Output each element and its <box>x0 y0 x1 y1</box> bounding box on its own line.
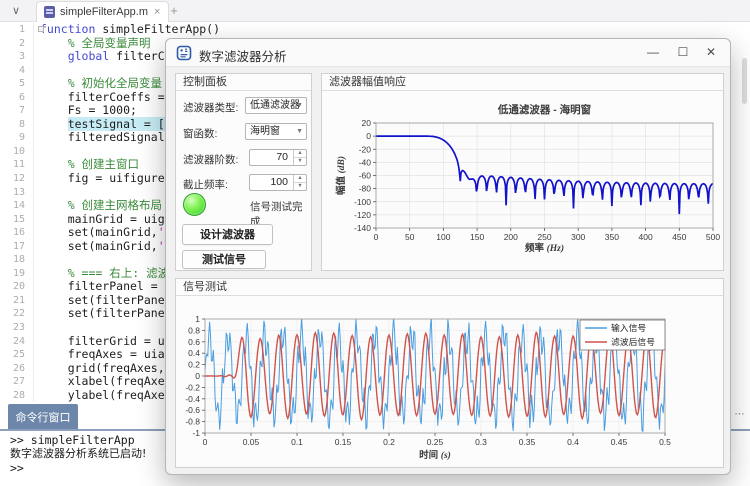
y-axis-label: 幅值 (dB) <box>335 156 347 195</box>
svg-text:150: 150 <box>470 232 484 242</box>
svg-text:0.8: 0.8 <box>188 325 200 335</box>
svg-text:300: 300 <box>571 232 585 242</box>
svg-text:0: 0 <box>203 437 208 447</box>
minimize-button[interactable]: — <box>638 39 668 66</box>
svg-text:350: 350 <box>605 232 619 242</box>
svg-text:-120: -120 <box>354 210 371 220</box>
close-tab-icon[interactable]: × <box>153 6 161 18</box>
control-panel: 控制面板 滤波器类型: 低通滤波器 ▼ 窗函数: 海明窗 ▼ 滤波器阶数: 70… <box>175 73 312 271</box>
svg-text:-20: -20 <box>359 144 372 154</box>
file-icon <box>44 6 55 18</box>
close-button[interactable]: ✕ <box>696 39 726 66</box>
tab-title: simpleFilterApp.m <box>60 6 148 18</box>
legend-label: 输入信号 <box>611 322 646 333</box>
svg-text:20: 20 <box>362 118 372 128</box>
design-filter-button[interactable]: 设计滤波器 <box>182 224 273 245</box>
dialog-title: 数字滤波器分析 <box>199 46 287 65</box>
svg-text:450: 450 <box>672 232 686 242</box>
maximize-button[interactable]: ☐ <box>668 39 698 66</box>
svg-text:100: 100 <box>436 232 450 242</box>
svg-text:-0.6: -0.6 <box>185 405 200 415</box>
svg-text:0.5: 0.5 <box>659 437 671 447</box>
new-tab-button[interactable]: + <box>165 2 183 20</box>
window-fn-label: 窗函数: <box>183 126 217 141</box>
svg-text:-140: -140 <box>354 223 371 233</box>
dialog-titlebar[interactable]: 数字滤波器分析 — ☐ ✕ <box>166 39 730 67</box>
svg-text:-1: -1 <box>192 428 200 438</box>
legend-label: 滤波后信号 <box>611 336 655 347</box>
svg-text:0: 0 <box>195 371 200 381</box>
svg-text:-40: -40 <box>359 157 372 167</box>
svg-text:0: 0 <box>374 232 379 242</box>
svg-text:0.2: 0.2 <box>188 360 200 370</box>
signal-panel-title: 信号测试 <box>176 279 723 296</box>
svg-text:0.4: 0.4 <box>567 437 579 447</box>
test-signal-button[interactable]: 测试信号 <box>182 250 266 269</box>
cutoff-value: 100 <box>250 175 291 190</box>
svg-text:250: 250 <box>537 232 551 242</box>
svg-text:0.05: 0.05 <box>243 437 260 447</box>
svg-text:-80: -80 <box>359 184 372 194</box>
chevron-down-icon[interactable]: ∨ <box>8 3 24 19</box>
chart-title: 低通滤波器 - 海明窗 <box>497 103 592 116</box>
signal-test-chart: 0 0.05 0.1 0.15 0.2 0.25 0.3 0.35 0.4 0.45 0.5 10.8… <box>176 296 723 467</box>
svg-text:500: 500 <box>706 232 720 242</box>
chevron-down-icon: ▼ <box>296 124 303 139</box>
svg-text:0.25: 0.25 <box>427 437 444 447</box>
order-value: 70 <box>250 150 291 165</box>
freq-panel-title: 滤波器幅值响应 <box>322 74 723 91</box>
cutoff-spinner[interactable]: 100 ▲▼ <box>249 174 307 191</box>
x-axis-label: 频率 (Hz) <box>525 242 564 254</box>
svg-text:200: 200 <box>504 232 518 242</box>
filter-type-dropdown[interactable]: 低通滤波器 ▼ <box>245 97 307 114</box>
legend: 输入信号滤波后信号 <box>580 320 665 350</box>
spin-up-icon[interactable]: ▲ <box>294 175 306 183</box>
spin-up-icon[interactable]: ▲ <box>294 150 306 158</box>
svg-text:-60: -60 <box>359 171 372 181</box>
freq-response-chart: 050100150200250300350400450500200-20-40-… <box>322 91 723 270</box>
filter-type-value: 低通滤波器 <box>250 100 300 111</box>
splitter-handle[interactable]: ⋯ <box>731 409 749 421</box>
window-fn-dropdown[interactable]: 海明窗 ▼ <box>245 123 307 140</box>
filter-type-label: 滤波器类型: <box>183 100 238 115</box>
signal-test-panel: 信号测试 0 0.05 0.1 0.15 0.2 0.25 0.3 0.35 0.4 0.45 0.… <box>175 278 724 468</box>
screen: ∨ simpleFilterApp.m × + 1function simple… <box>0 0 750 486</box>
svg-text:0.6: 0.6 <box>188 337 200 347</box>
svg-text:1: 1 <box>195 314 200 324</box>
svg-text:0.4: 0.4 <box>188 348 200 358</box>
svg-text:0.15: 0.15 <box>335 437 352 447</box>
cutoff-label: 截止频率: <box>183 177 228 192</box>
spin-down-icon[interactable]: ▼ <box>294 158 306 165</box>
app-icon <box>176 45 192 61</box>
control-panel-title: 控制面板 <box>176 74 311 91</box>
editor-tab-bar: ∨ simpleFilterApp.m × + <box>0 0 750 22</box>
tab-simplefilterapp[interactable]: simpleFilterApp.m × <box>36 1 169 22</box>
window-fn-value: 海明窗 <box>250 126 280 137</box>
svg-text:50: 50 <box>405 232 415 242</box>
svg-text:0.35: 0.35 <box>519 437 536 447</box>
order-label: 滤波器阶数: <box>183 152 238 167</box>
tab-command-window[interactable]: 命令行窗口 <box>8 404 78 429</box>
svg-text:0.2: 0.2 <box>383 437 395 447</box>
svg-text:400: 400 <box>639 232 653 242</box>
svg-text:-0.2: -0.2 <box>185 382 200 392</box>
fold-marker-icon[interactable] <box>38 26 44 32</box>
svg-text:0.1: 0.1 <box>291 437 303 447</box>
x-axis-label: 时间 (s) <box>419 449 451 461</box>
editor-scrollbar[interactable] <box>742 58 747 104</box>
svg-text:-0.4: -0.4 <box>185 394 200 404</box>
svg-text:0: 0 <box>366 131 371 141</box>
chevron-down-icon: ▼ <box>296 98 303 113</box>
status-lamp <box>183 193 206 216</box>
svg-text:0.3: 0.3 <box>475 437 487 447</box>
code-line: 1function simpleFilterApp() <box>0 23 750 37</box>
spin-down-icon[interactable]: ▼ <box>294 183 306 190</box>
filter-analysis-dialog: 数字滤波器分析 — ☐ ✕ 控制面板 滤波器类型: 低通滤波器 ▼ 窗函数: 海… <box>165 38 731 475</box>
svg-text:0.45: 0.45 <box>611 437 628 447</box>
svg-text:-0.8: -0.8 <box>185 417 200 427</box>
order-spinner[interactable]: 70 ▲▼ <box>249 149 307 166</box>
freq-response-panel: 滤波器幅值响应 05010015020025030035040045050020… <box>321 73 724 271</box>
svg-text:-100: -100 <box>354 197 371 207</box>
